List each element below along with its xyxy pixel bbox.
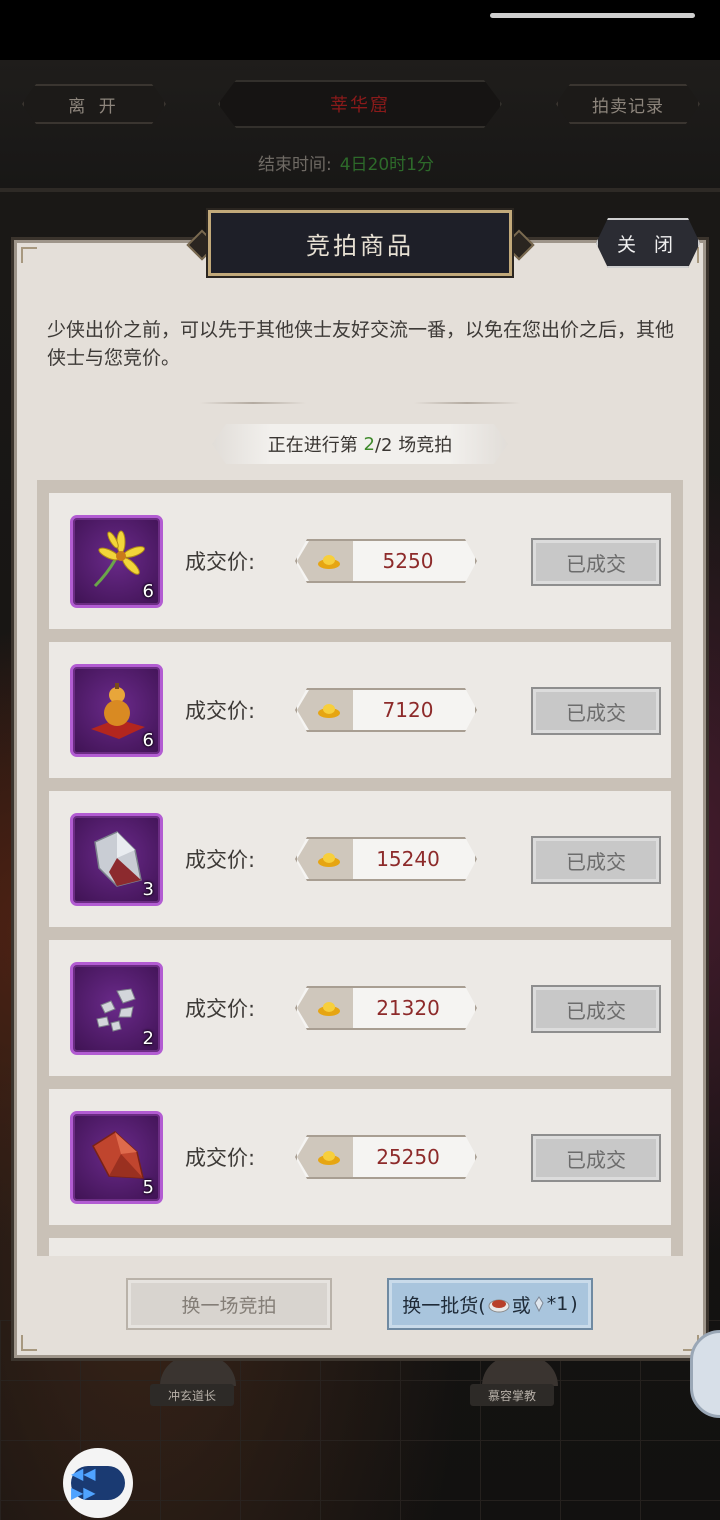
item-slot[interactable]: 6 — [70, 664, 163, 757]
item-slot[interactable]: 2 — [70, 962, 163, 1055]
gold-ingot-icon — [317, 701, 341, 719]
gold-ingot-icon — [317, 1148, 341, 1166]
food-dish-icon — [488, 1299, 510, 1313]
deal-price-label: 成交价: — [185, 699, 256, 723]
divider-left — [200, 402, 306, 404]
iron-fragments-icon — [96, 988, 136, 1032]
price-value: 25250 — [376, 1145, 440, 1169]
corner-ornament — [21, 247, 37, 263]
refresh-goods-suffix: ) — [570, 1293, 578, 1315]
price-value: 15240 — [376, 847, 440, 871]
rewind-fastforward-icon: ◀◀ ▶▶ — [71, 1464, 125, 1502]
status-bar — [0, 0, 720, 60]
sold-button[interactable]: 已成交 — [531, 538, 661, 586]
item-quantity: 3 — [142, 879, 154, 900]
deal-price-label: 成交价: — [185, 848, 256, 872]
sold-button[interactable]: 已成交 — [531, 687, 661, 735]
item-slot[interactable]: 5 — [70, 1111, 163, 1204]
item-slot[interactable]: 6 — [70, 515, 163, 608]
item-quantity: 5 — [142, 1177, 154, 1198]
gold-ingot-icon — [317, 552, 341, 570]
price-field: 5250 — [295, 539, 477, 583]
flower-icon — [93, 530, 145, 588]
item-quantity: 6 — [142, 581, 154, 602]
gold-ingot-icon — [317, 999, 341, 1017]
refresh-goods-count: *1 — [546, 1293, 569, 1315]
item-slot[interactable]: 3 — [70, 813, 163, 906]
deal-price-label: 成交价: — [185, 550, 256, 574]
refresh-goods-button[interactable]: 换一批货( 或 *1 ) — [387, 1278, 593, 1330]
sold-button[interactable]: 已成交 — [531, 1134, 661, 1182]
floating-assistant-button[interactable]: ◀◀ ▶▶ — [63, 1448, 133, 1518]
end-time: 结束时间: 4日20时1分 — [258, 150, 434, 175]
list-item: 2 成交价: 21320 已成交 — [49, 940, 671, 1076]
list-item: 6 成交价: 7120 已成交 — [49, 642, 671, 778]
panel-title: 竞拍商品 — [208, 210, 512, 276]
deal-price-label: 成交价: — [185, 1146, 256, 1170]
crystal-ore-icon — [94, 831, 142, 887]
end-time-value: 4日20时1分 — [339, 155, 434, 175]
list-item: 3 成交价: 15240 已成交 — [49, 791, 671, 927]
auction-item-list[interactable]: 6 成交价: 5250 已成交 6 成交价: 7120 已成交 3 成交价: 1… — [37, 480, 683, 1256]
switch-auction-button[interactable]: 换一场竞拍 — [126, 1278, 332, 1330]
auction-record-button[interactable]: 拍卖记录 — [556, 84, 700, 124]
end-time-label: 结束时间: — [258, 155, 332, 175]
auction-location-title: 莘华窟 — [218, 80, 502, 128]
list-item — [49, 1238, 671, 1256]
refresh-goods-prefix: 换一批货( — [402, 1294, 486, 1317]
refresh-goods-or: 或 — [511, 1294, 531, 1317]
list-item: 5 成交价: 25250 已成交 — [49, 1089, 671, 1225]
leave-button[interactable]: 离 开 — [22, 84, 166, 124]
gourd-icon — [91, 683, 145, 739]
gesture-pill — [490, 13, 695, 18]
price-field: 25250 — [295, 1135, 477, 1179]
item-quantity: 6 — [142, 730, 154, 751]
round-suffix: /2 场竞拍 — [374, 435, 453, 456]
price-field: 7120 — [295, 688, 477, 732]
price-value: 21320 — [376, 996, 440, 1020]
price-field: 15240 — [295, 837, 477, 881]
price-field: 21320 — [295, 986, 477, 1030]
close-button[interactable]: 关 闭 — [596, 218, 700, 268]
npc-name-right: 慕容掌教 — [470, 1384, 555, 1406]
deal-price-label: 成交价: — [185, 997, 256, 1021]
price-value: 5250 — [382, 549, 434, 573]
price-value: 7120 — [382, 698, 434, 722]
divider-right — [414, 402, 520, 404]
red-ore-icon — [92, 1131, 144, 1179]
gold-ingot-icon — [317, 850, 341, 868]
list-item: 6 成交价: 5250 已成交 — [49, 493, 671, 629]
bidding-tip: 少侠出价之前，可以先于其他侠士友好交流一番，以免在您出价之后，其他侠士与您竞价。 — [47, 319, 675, 369]
round-indicator: 正在进行第 2/2 场竞拍 — [212, 424, 508, 464]
token-icon — [534, 1296, 544, 1313]
sold-button[interactable]: 已成交 — [531, 985, 661, 1033]
sold-button[interactable]: 已成交 — [531, 836, 661, 884]
item-quantity: 2 — [142, 1028, 154, 1049]
round-current: 2 — [363, 433, 375, 455]
npc-name-left: 冲玄道长 — [150, 1384, 235, 1406]
round-prefix: 正在进行第 — [267, 435, 364, 456]
corner-ornament — [21, 1335, 37, 1351]
side-floating-handle[interactable] — [690, 1330, 720, 1418]
